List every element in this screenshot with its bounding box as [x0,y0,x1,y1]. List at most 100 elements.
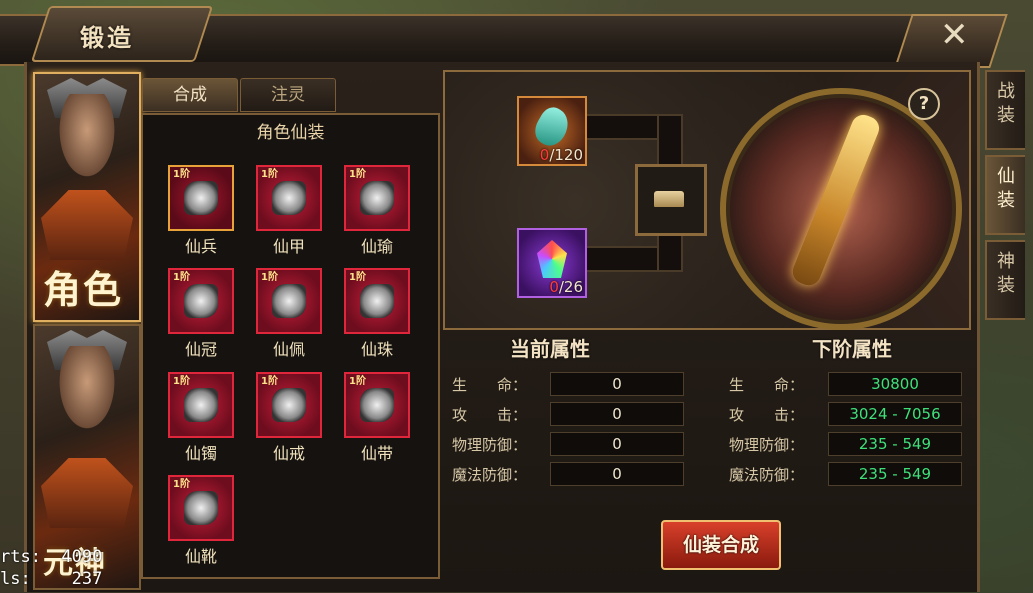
tab-compose[interactable]: 合成 [142,78,238,112]
forge-compose-button[interactable]: 仙装合成 [661,520,781,570]
next-atk-value: 3024 - 7056 [828,402,962,426]
connector-line [657,114,683,170]
item-xianjia[interactable]: 1阶 仙甲 [256,165,322,257]
rainbow-crystal-icon [537,240,567,278]
current-pdef-value: 0 [550,432,684,456]
material-have: 0 [549,278,559,296]
item-level: 1阶 [349,376,366,387]
next-attributes-title: 下阶属性 [812,337,892,361]
hero-face [55,346,119,436]
portrait-role-label: 角色 [43,268,124,312]
item-slot[interactable]: 1阶 [256,372,322,438]
item-xianzhuo[interactable]: 1阶 仙镯 [168,372,234,464]
forge-window: 锻造 ✕ 角色 元神 合成 注灵 角色仙装 1阶 仙兵 1阶 仙甲 1阶 仙瑜 … [0,0,1033,593]
item-xianxue[interactable]: 1阶 仙靴 [168,475,234,567]
next-hp-value: 30800 [828,372,962,396]
side-tab-immortal-gear[interactable]: 仙装 [985,155,1025,235]
item-level: 1阶 [261,376,278,387]
item-xianjie[interactable]: 1阶 仙戒 [256,372,322,464]
item-slot[interactable]: 1阶 [256,268,322,334]
item-name: 仙佩 [272,340,305,359]
item-level: 1阶 [173,479,190,490]
item-name: 仙甲 [272,237,305,256]
side-tab-battle-gear[interactable]: 战装 [985,70,1025,150]
jade-gem-icon [529,103,575,151]
item-xiandai[interactable]: 1阶 仙带 [344,372,410,464]
chest-icon [654,191,684,207]
bracelet-icon [184,388,218,422]
help-button[interactable]: ? [908,88,940,120]
close-icon[interactable]: ✕ [940,18,969,52]
material-count: 0/120 [540,146,583,164]
boots-icon [184,491,218,525]
jade-pendant-icon [360,181,394,215]
material-slot-crystal[interactable]: 0/26 [517,228,587,298]
pendant-icon [272,284,306,318]
item-slot[interactable]: 1阶 [256,165,322,231]
item-xianzhu[interactable]: 1阶 仙珠 [344,268,410,360]
item-xianguan[interactable]: 1阶 仙冠 [168,268,234,360]
next-hp-label: 生 命： [729,376,805,394]
item-slot[interactable]: 1阶 [168,475,234,541]
current-mdef-label: 魔法防御： [452,466,528,484]
current-hp-label: 生 命： [452,376,528,394]
material-need: /26 [558,278,583,296]
hero-face [55,94,119,184]
next-pdef-value: 235 - 549 [828,432,962,456]
item-level: 1阶 [173,169,190,180]
item-level: 1阶 [349,272,366,283]
item-name: 仙兵 [184,237,217,256]
side-tab-label: 战装 [997,81,1015,126]
item-slot[interactable]: 1阶 [168,165,234,231]
next-pdef-label: 物理防御： [729,436,805,454]
next-mdef-label: 魔法防御： [729,466,805,484]
debug-stats: rts: 4090 ls: 237 [0,546,102,590]
current-hp-value: 0 [550,372,684,396]
side-tab-divine-gear[interactable]: 神装 [985,240,1025,320]
armor-shape [41,190,133,260]
current-atk-value: 0 [550,402,684,426]
belt-icon [360,388,394,422]
item-slot[interactable]: 1阶 [344,372,410,438]
window-title: 锻造 [80,24,134,52]
current-mdef-value: 0 [550,462,684,486]
armor-shape [41,458,133,528]
item-slot[interactable]: 1阶 [344,165,410,231]
material-have: 0 [539,146,550,164]
armor-icon [272,181,306,215]
side-tab-label: 神装 [997,251,1015,296]
tab-infuse[interactable]: 注灵 [240,78,336,112]
side-tab-label: 仙装 [997,166,1015,211]
item-slot[interactable]: 1阶 [344,268,410,334]
item-slot[interactable]: 1阶 [168,268,234,334]
current-pdef-label: 物理防御： [452,436,528,454]
item-name: 仙瑜 [360,237,393,256]
crown-icon [184,284,218,318]
next-mdef-value: 235 - 549 [828,462,962,486]
result-slot[interactable] [635,164,707,236]
item-level: 1阶 [261,169,278,180]
item-xianyu[interactable]: 1阶 仙瑜 [344,165,410,257]
debug-line-1: rts: 4090 [0,547,103,567]
item-name: 仙冠 [184,340,217,359]
item-level: 1阶 [349,169,366,180]
item-name: 仙镯 [184,444,217,463]
item-xianpei[interactable]: 1阶 仙佩 [256,268,322,360]
material-count: 0/26 [549,278,583,296]
item-level: 1阶 [261,272,278,283]
ring-icon [272,388,306,422]
item-name: 仙靴 [184,547,217,566]
sword-icon [184,181,218,215]
debug-line-2: ls: 237 [0,569,103,589]
item-xianbing[interactable]: 1阶 仙兵 [168,165,234,257]
item-name: 仙戒 [272,444,305,463]
material-slot-jade[interactable]: 0/120 [517,96,587,166]
section-title: 角色仙装 [256,123,325,143]
item-level: 1阶 [173,376,190,387]
orb-icon [360,284,394,318]
portrait-role[interactable]: 角色 [33,72,141,322]
next-atk-label: 攻 击： [729,406,805,424]
item-slot[interactable]: 1阶 [168,372,234,438]
material-need: /120 [549,146,583,164]
current-atk-label: 攻 击： [452,406,528,424]
